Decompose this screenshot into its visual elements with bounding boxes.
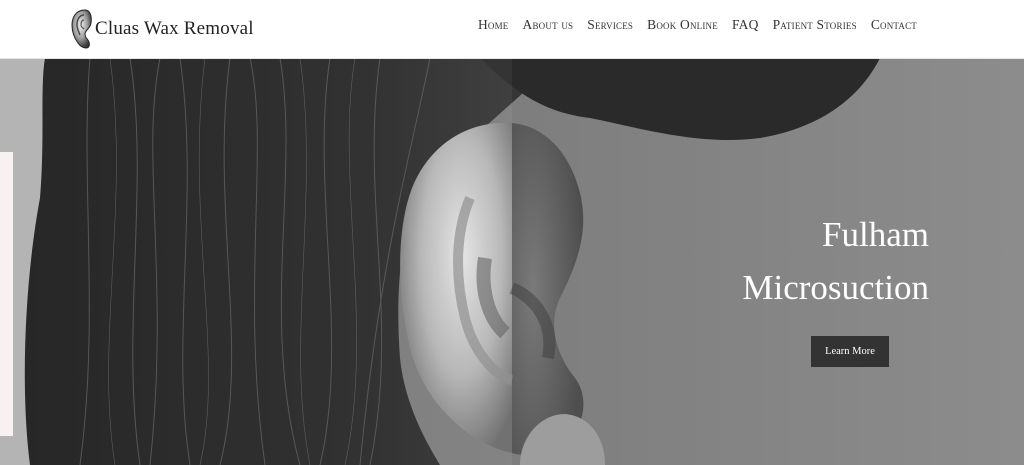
learn-more-button[interactable]: Learn More (811, 336, 889, 367)
nav-home[interactable]: Home (478, 17, 509, 33)
nav-faq[interactable]: FAQ (732, 17, 759, 33)
hero-title-line-1: Fulham (822, 215, 929, 254)
main-nav: Home About us Services Book Online FAQ P… (478, 17, 917, 33)
logo-text: Cluas Wax Removal (95, 18, 254, 39)
logo-link[interactable]: Cluas Wax Removal (71, 8, 254, 50)
side-tab[interactable] (0, 152, 13, 436)
page: Cluas Wax Removal Home About us Services… (0, 0, 1024, 465)
site-header: Cluas Wax Removal Home About us Services… (0, 0, 1024, 59)
hero-title-line-2: Microsuction (742, 268, 929, 307)
nav-about-us[interactable]: About us (523, 17, 574, 33)
nav-patient-stories[interactable]: Patient Stories (773, 17, 857, 33)
hero-section: Fulham Microsuction Learn More (0, 58, 1024, 465)
nav-services[interactable]: Services (587, 17, 633, 33)
hero-title: Fulham Microsuction (569, 208, 929, 314)
nav-contact[interactable]: Contact (871, 17, 917, 33)
ear-icon (71, 9, 92, 49)
nav-book-online[interactable]: Book Online (647, 17, 718, 33)
